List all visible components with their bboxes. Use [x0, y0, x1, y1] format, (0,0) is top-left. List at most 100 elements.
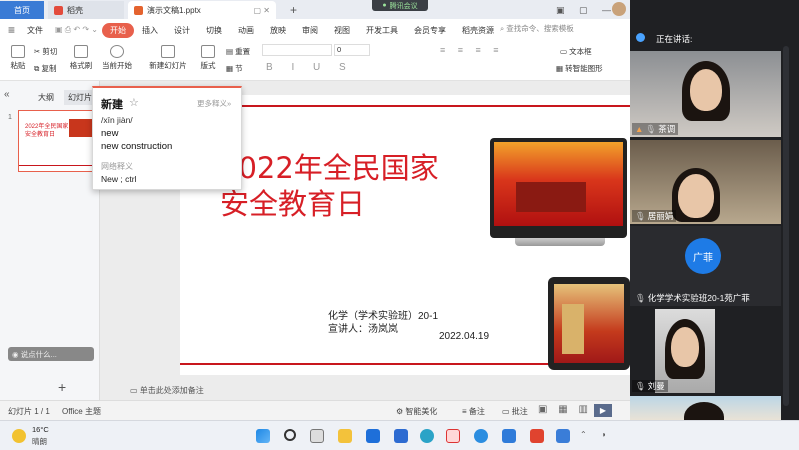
dictionary-popup: 新建 ☆ 更多释义» /xīn jiàn/ new new constructi…	[92, 86, 242, 190]
text-box-icon: ▭	[560, 47, 570, 56]
tab-member[interactable]: 会员专享	[406, 25, 454, 36]
reset-icon: ▤	[226, 47, 236, 56]
tab-insert[interactable]: 插入	[134, 25, 166, 36]
smart-shape-button[interactable]: ▦ 转智能图形	[556, 63, 603, 74]
tablet-screen	[554, 284, 624, 363]
meeting-indicator[interactable]: ● 腾讯会议	[372, 0, 428, 11]
tab-slideshow[interactable]: 放映	[262, 25, 294, 36]
tab-daoke[interactable]: 稻壳	[48, 1, 124, 19]
format-painter-button[interactable]: 格式刷	[68, 45, 94, 71]
new-tab-button[interactable]: +	[284, 1, 303, 19]
weather-icon[interactable]	[12, 429, 26, 443]
tab-view[interactable]: 视图	[326, 25, 358, 36]
play-from-current-button[interactable]: 当前开始	[100, 45, 134, 71]
section-button[interactable]: ▦ 节	[226, 63, 243, 74]
quick-access-icons[interactable]: ▣ ⎙ ↶ ↷ ⌄	[51, 25, 102, 35]
title-tab-bar: 首页 稻壳 演示文稿1.pptx ▢ ✕ + ▣ ▢ —	[0, 0, 630, 19]
photos-icon[interactable]	[502, 429, 516, 443]
font-size-value: 0	[337, 45, 342, 54]
add-slide-button[interactable]: +	[58, 379, 66, 395]
star-icon[interactable]: ☆	[129, 96, 139, 109]
chat-input[interactable]: ◉ 说点什么...	[8, 347, 94, 361]
system-tray-icons[interactable]: ⌃ ◑	[580, 430, 612, 439]
notes-toggle-icon: ≡	[462, 407, 469, 416]
font-family-select[interactable]	[262, 44, 332, 56]
participant-tile-5[interactable]	[630, 396, 781, 420]
comments-toggle[interactable]: ▭ 批注	[502, 406, 528, 417]
avatar[interactable]	[612, 2, 626, 16]
comments-label: 批注	[511, 407, 528, 416]
layout-button[interactable]: 版式	[197, 45, 219, 71]
participant-1-label: 茶调	[658, 124, 676, 134]
slide-title[interactable]: 2022年全民国家 安全教育日	[220, 150, 439, 222]
slideshow-button[interactable]: ▶	[594, 404, 612, 417]
copy-button[interactable]: ⧉ 复制	[34, 63, 56, 74]
edge-browser-icon[interactable]	[420, 429, 434, 443]
view-mode-buttons[interactable]: ▣ ▦ ▥	[538, 404, 592, 415]
collapse-panel-icon[interactable]: «	[4, 89, 10, 100]
tablet-image	[548, 277, 630, 370]
close-tab-icon[interactable]: ▢ ✕	[254, 6, 270, 15]
search-icon[interactable]	[284, 429, 296, 441]
mail-icon[interactable]	[366, 429, 380, 443]
notes-bar[interactable]: ▭ 单击此处添加备注	[130, 385, 630, 399]
pptx-icon	[134, 5, 143, 15]
tab-developer[interactable]: 开发工具	[358, 25, 406, 36]
menu-icon[interactable]: ≡	[0, 23, 19, 37]
tab-document[interactable]: 演示文稿1.pptx ▢ ✕	[128, 1, 276, 19]
participant-2-name: 🎙 居丽娟	[632, 210, 677, 222]
participant-tile-3[interactable]: 广菲 🎙 化学学术实验班20-1苑广菲	[630, 226, 781, 306]
more-definitions-link[interactable]: 更多释义»	[197, 98, 231, 109]
tab-home[interactable]: 首页	[0, 1, 44, 19]
slide-speaker[interactable]: 宣讲人：汤岚岚	[328, 320, 398, 335]
snipping-tool-icon[interactable]	[446, 429, 460, 443]
thumb-line	[19, 165, 97, 166]
participant-tile-1[interactable]: ▲ 🎙 茶调	[630, 51, 781, 137]
windows-start-icon[interactable]	[256, 429, 270, 443]
comment-icon: ▭	[502, 407, 512, 416]
app-icon[interactable]	[394, 429, 408, 443]
status-bar: 幻灯片 1 / 1 Office 主题 ⚙ 智能美化 ≡ 备注 ▭ 批注 ▣ ▦…	[0, 400, 630, 420]
file-explorer-icon[interactable]	[338, 429, 352, 443]
font-size-select[interactable]: 0	[334, 44, 370, 56]
file-menu[interactable]: 文件	[19, 25, 51, 36]
task-view-icon[interactable]	[310, 429, 324, 443]
font-style-buttons[interactable]: B I U S	[266, 62, 354, 73]
tencent-meeting-icon[interactable]	[474, 429, 488, 443]
tab-review[interactable]: 审阅	[294, 25, 326, 36]
slide[interactable]: 2022年全民国家 安全教育日 化学（学术实验班）20-1 宣讲人：汤岚岚 202…	[180, 95, 630, 375]
speaking-label: 正在讲话:	[656, 34, 693, 44]
notes-toggle[interactable]: ≡ 备注	[462, 406, 485, 417]
beautify-button[interactable]: ⚙ 智能美化	[396, 406, 437, 417]
new-slide-button[interactable]: 新建幻灯片	[146, 45, 190, 71]
slide-count: 幻灯片 1 / 1	[8, 407, 50, 416]
section-icon: ▦	[226, 64, 236, 73]
daoke-icon	[54, 5, 63, 15]
app-icon-2[interactable]	[556, 429, 570, 443]
layout-icon	[201, 45, 215, 58]
paragraph-buttons[interactable]: ≡ ≡ ≡ ≡	[440, 45, 504, 55]
slide-thumbnail[interactable]: 2022年全民国家安全教育日	[18, 110, 98, 172]
cut-button[interactable]: ✂ 剪切	[34, 46, 57, 57]
text-box-button[interactable]: ▭ 文本框	[560, 46, 592, 57]
tab-transition[interactable]: 切换	[198, 25, 230, 36]
chat-icon: ◉	[12, 350, 21, 359]
smart-shape-label: 转智能图形	[565, 64, 603, 73]
wps-office-icon[interactable]	[530, 429, 544, 443]
meeting-label: 腾讯会议	[389, 2, 418, 10]
tab-design[interactable]: 设计	[166, 25, 198, 36]
slide-date[interactable]: 2022.04.19	[439, 331, 489, 342]
cut-label: 剪切	[42, 47, 58, 56]
tab-daoke-resources[interactable]: 稻壳资源	[454, 25, 502, 36]
tab-start[interactable]: 开始	[101, 22, 134, 38]
outline-tab[interactable]: 大纲	[38, 92, 54, 103]
command-search[interactable]: ⌕ 查找命令、搜索模板	[500, 23, 600, 37]
speaker-icon	[636, 33, 645, 42]
reset-button[interactable]: ▤ 重置	[226, 46, 250, 57]
participant-tile-2[interactable]: 🎙 居丽娟	[630, 140, 781, 224]
popup-word: 新建	[101, 99, 123, 111]
monitor-stand	[515, 238, 605, 246]
paste-button[interactable]: 粘贴	[6, 45, 30, 71]
tab-animation[interactable]: 动画	[230, 25, 262, 36]
video-scrollbar[interactable]	[783, 46, 789, 406]
